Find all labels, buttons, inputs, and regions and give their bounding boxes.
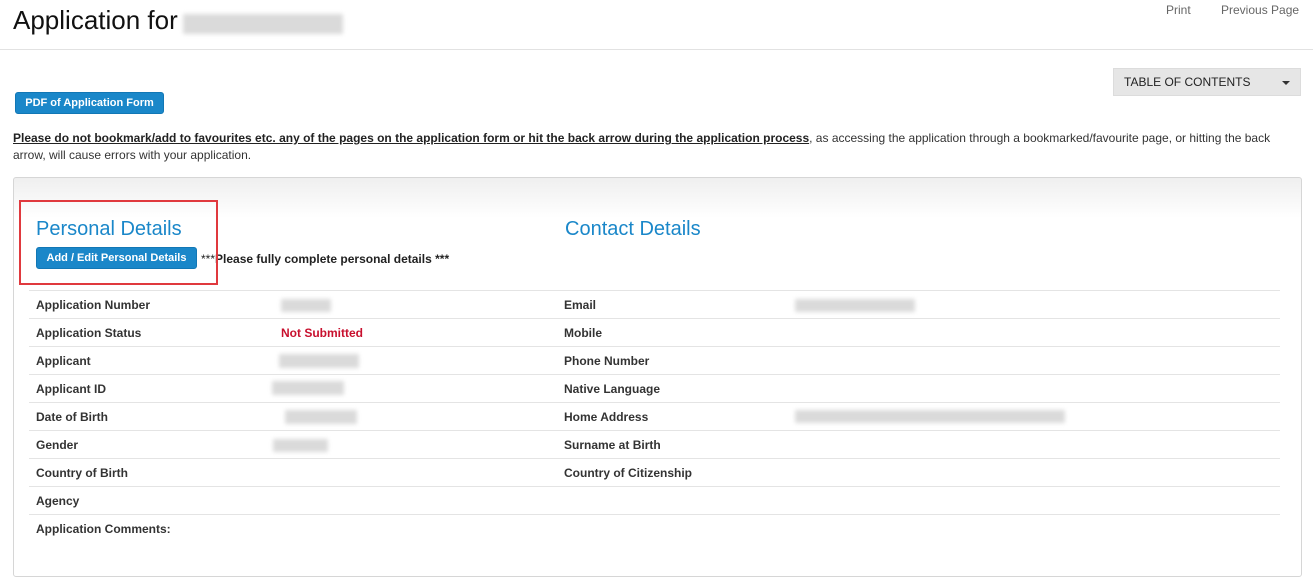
details-table: Application Number Email Application Sta…: [29, 290, 1280, 542]
page-title: Application for: [13, 5, 178, 35]
row-label: Applicant: [36, 354, 91, 368]
row-label: Phone Number: [564, 354, 650, 368]
row-label: Applicant ID: [36, 382, 107, 396]
table-row: Applicant Phone Number: [29, 346, 1280, 374]
pdf-application-form-button[interactable]: PDF of Application Form: [15, 92, 164, 114]
row-label: Native Language: [564, 382, 661, 396]
bookmark-notice: Please do not bookmark/add to favourites…: [13, 130, 1293, 164]
redacted-value: [285, 410, 357, 424]
table-row: Application Status Not Submitted Mobile: [29, 318, 1280, 346]
table-row: Date of Birth Home Address: [29, 402, 1280, 430]
previous-page-link[interactable]: Previous Page: [1221, 3, 1299, 17]
status-value: Not Submitted: [281, 326, 363, 340]
highlight-box: [19, 200, 218, 285]
redacted-value: [279, 354, 359, 368]
table-row: Applicant ID Native Language: [29, 374, 1280, 402]
contact-details-heading: Contact Details: [565, 218, 701, 240]
page-header: Application for Print Previous Page: [0, 0, 1313, 50]
redacted-applicant-name: [183, 14, 343, 34]
row-label: Surname at Birth: [564, 438, 661, 452]
hint-text: Please fully complete personal details *…: [215, 252, 450, 266]
print-link[interactable]: Print: [1166, 3, 1191, 17]
redacted-value: [795, 299, 915, 312]
row-label: Application Status: [36, 326, 142, 340]
row-label: Gender: [36, 438, 79, 452]
redacted-value: [272, 381, 344, 395]
row-label: Application Comments:: [36, 522, 171, 536]
row-label: Country of Citizenship: [564, 466, 692, 480]
table-row: Application Comments:: [29, 514, 1280, 542]
table-row: Agency: [29, 486, 1280, 514]
redacted-value: [795, 410, 1065, 423]
redacted-value: [281, 299, 331, 312]
table-row: Gender Surname at Birth: [29, 430, 1280, 458]
table-row: Country of Birth Country of Citizenship: [29, 458, 1280, 486]
row-label: Mobile: [564, 326, 602, 340]
redacted-value: [273, 439, 328, 452]
table-of-contents-dropdown[interactable]: TABLE OF CONTENTS: [1113, 68, 1301, 96]
row-label: Date of Birth: [36, 410, 108, 424]
table-row: Application Number Email: [29, 290, 1280, 318]
row-label: Country of Birth: [36, 466, 128, 480]
row-label: Home Address: [564, 410, 649, 424]
notice-bold-text: Please do not bookmark/add to favourites…: [13, 131, 810, 145]
toc-label: TABLE OF CONTENTS: [1124, 75, 1251, 89]
personal-details-hint: ***Please fully complete personal detail…: [201, 252, 449, 266]
row-label: Agency: [36, 494, 80, 508]
caret-down-icon: [1282, 81, 1290, 85]
row-label: Email: [564, 298, 597, 312]
row-label: Application Number: [36, 298, 151, 312]
